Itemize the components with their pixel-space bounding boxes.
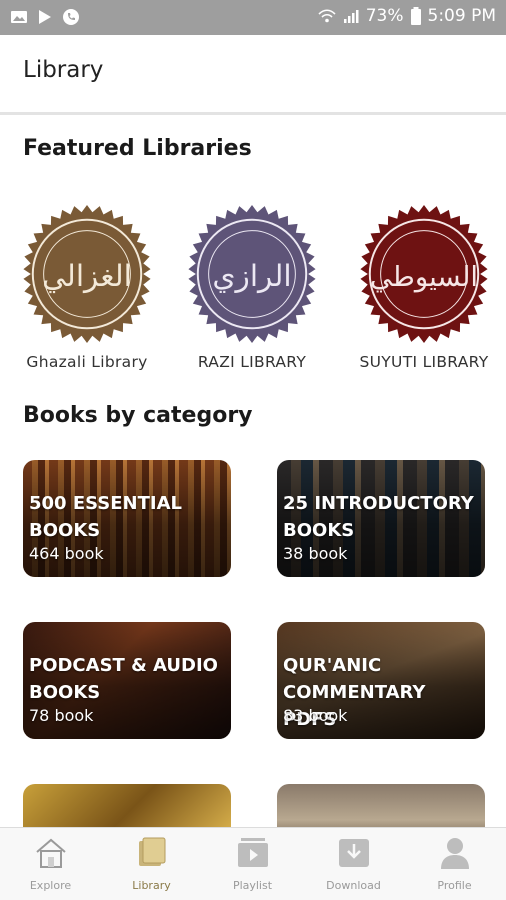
nav-label: Playlist — [232, 879, 273, 892]
library-label: SUYUTI LIBRARY — [359, 353, 489, 371]
category-card[interactable]: QUR'ANIC COMMENTARY PDFS 83 book — [277, 622, 485, 739]
battery-icon — [410, 7, 421, 25]
nav-download[interactable]: Download — [303, 828, 404, 900]
battery-percent: 73% — [365, 6, 404, 26]
category-count: 464 book — [29, 544, 104, 563]
nav-label: Library — [132, 879, 171, 892]
svg-text:الرازي: الرازي — [212, 259, 291, 293]
page-title: Library — [23, 57, 104, 83]
razi-seal-icon: الرازي — [188, 205, 316, 343]
library-razi[interactable]: الرازي RAZI LIBRARY — [177, 205, 327, 371]
bottom-navigation: Explore Library Playlist Download Profil… — [0, 827, 506, 900]
category-card[interactable]: 25 INTRODUCTORY BOOKS 38 book — [277, 460, 485, 577]
play-store-icon — [39, 10, 51, 24]
signal-icon — [343, 10, 359, 23]
nav-label: Explore — [29, 879, 72, 892]
category-count: 38 book — [283, 544, 348, 563]
clock: 5:09 PM — [427, 6, 497, 26]
nav-label: Download — [326, 879, 381, 892]
playlist-icon — [237, 838, 268, 867]
library-label: RAZI LIBRARY — [197, 353, 307, 371]
category-title: PODCAST & AUDIO BOOKS — [29, 655, 218, 703]
download-icon — [338, 839, 369, 867]
books-by-category-heading: Books by category — [23, 403, 253, 428]
category-title: 500 ESSENTIAL BOOKS — [29, 493, 182, 541]
category-count: 78 book — [29, 706, 94, 725]
ghazali-seal-icon: الغزالي — [23, 205, 151, 343]
home-icon — [35, 838, 66, 868]
image-notification-icon — [11, 11, 27, 23]
nav-label: Profile — [437, 879, 472, 892]
featured-libraries-heading: Featured Libraries — [23, 136, 252, 161]
phone-icon — [63, 9, 79, 25]
nav-playlist[interactable]: Playlist — [202, 828, 303, 900]
library-label: Ghazali Library — [26, 353, 148, 371]
status-bar: 73% 5:09 PM — [0, 0, 506, 35]
svg-text:الغزالي: الغزالي — [42, 259, 132, 294]
nav-profile[interactable]: Profile — [404, 828, 505, 900]
library-icon — [138, 837, 165, 866]
app-bar: Library — [0, 35, 506, 115]
library-suyuti[interactable]: السيوطي SUYUTI LIBRARY — [349, 205, 499, 371]
wifi-icon — [318, 9, 336, 23]
suyuti-seal-icon: السيوطي — [360, 205, 488, 343]
nav-library[interactable]: Library — [101, 828, 202, 900]
nav-explore[interactable]: Explore — [0, 828, 101, 900]
svg-text:السيوطي: السيوطي — [370, 260, 478, 293]
category-card[interactable]: PODCAST & AUDIO BOOKS 78 book — [23, 622, 231, 739]
category-title: 25 INTRODUCTORY BOOKS — [283, 493, 474, 541]
profile-icon — [440, 838, 469, 869]
category-count: 83 book — [283, 706, 348, 725]
category-card[interactable]: 500 ESSENTIAL BOOKS 464 book — [23, 460, 231, 577]
library-ghazali[interactable]: الغزالي Ghazali Library — [12, 205, 162, 371]
